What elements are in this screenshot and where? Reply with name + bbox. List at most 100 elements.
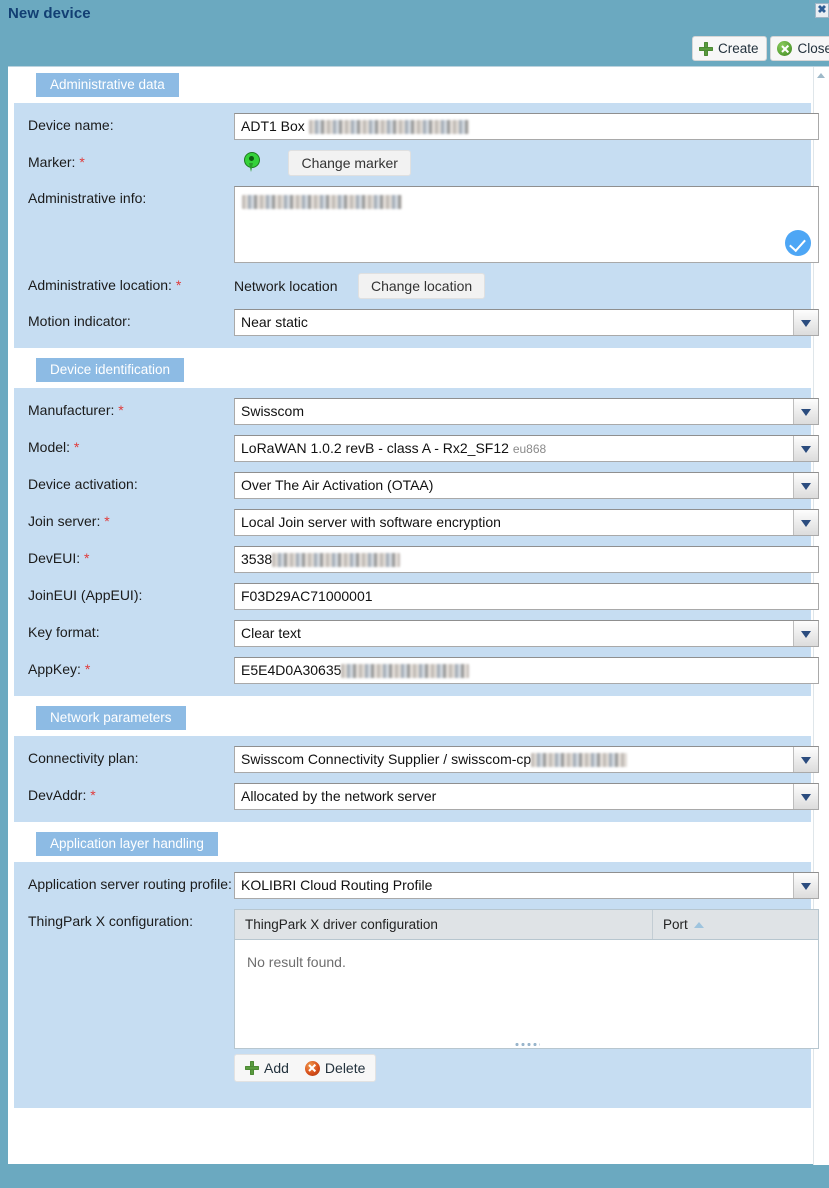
section-heading-network-parameters: Network parameters [36,706,186,730]
key-format-value: Clear text [234,620,819,647]
administrative-info-textarea[interactable] [234,186,819,263]
field-key-format: Key format: Clear text [14,620,819,647]
join-eui-label: JoinEUI (AppEUI): [28,587,143,603]
key-format-select[interactable]: Clear text [234,620,819,647]
marker-required-asterisk: * [79,154,85,170]
chevron-down-icon [801,883,811,890]
app-key-value: E5E4D0A30635 [241,662,342,678]
key-format-dropdown-button[interactable] [793,621,818,646]
dev-addr-dropdown-button[interactable] [793,784,818,809]
close-circle-icon [777,41,793,56]
device-name-input[interactable]: ADT1 Box [234,113,819,140]
table-empty-message: No result found. [247,954,346,970]
dev-eui-input[interactable]: 3538 [234,546,819,573]
delete-circle-icon [304,1060,320,1076]
field-manufacturer: Manufacturer: * Swisscom [14,398,819,425]
model-label: Model: * [28,439,80,455]
resize-grip-icon[interactable] [513,1042,540,1047]
connectivity-plan-select[interactable]: Swisscom Connectivity Supplier / swissco… [234,746,819,773]
field-dev-eui: DevEUI: * 3538 [14,546,819,573]
column-header-port[interactable]: Port [653,910,818,939]
app-key-input[interactable]: E5E4D0A30635 [234,657,819,684]
dialog-content-frame: Administrative data Device name: ADT1 Bo… [8,66,829,1165]
delete-button[interactable]: Delete [298,1057,372,1079]
chevron-down-icon [801,446,811,453]
device-activation-select[interactable]: Over The Air Activation (OTAA) [234,472,819,499]
section-divider [14,696,811,706]
connectivity-plan-dropdown-button[interactable] [793,747,818,772]
motion-indicator-label: Motion indicator: [28,313,131,329]
close-button[interactable]: Close [770,36,829,61]
dev-addr-label: DevAddr: * [28,787,96,803]
administrative-location-label: Administrative location: * [28,277,182,293]
delete-button-label: Delete [324,1060,366,1076]
field-dev-addr: DevAddr: * Allocated by the network serv… [14,783,819,810]
scroll-up-icon[interactable] [817,73,825,78]
field-join-eui: JoinEUI (AppEUI): F03D29AC71000001 [14,583,819,610]
field-device-activation: Device activation: Over The Air Activati… [14,472,819,499]
join-server-select[interactable]: Local Join server with software encrypti… [234,509,819,536]
field-join-server: Join server: * Local Join server with so… [14,509,819,536]
join-server-label: Join server: * [28,513,110,529]
administrative-location-value: Network location [234,278,338,294]
thingpark-x-table-footer: Add Delete [234,1054,819,1082]
app-key-required-asterisk: * [84,661,91,677]
dialog-toolbar: Create Close [691,36,829,61]
section-divider [14,822,811,832]
dev-addr-value: Allocated by the network server [234,783,819,810]
form-panel: Administrative data Device name: ADT1 Bo… [14,73,819,1108]
device-activation-label: Device activation: [28,476,138,492]
table-empty-body: No result found. [235,940,818,1048]
routing-profile-select[interactable]: KOLIBRI Cloud Routing Profile [234,872,819,899]
sort-ascending-icon [693,921,704,928]
connectivity-plan-value-wrap: Swisscom Connectivity Supplier / swissco… [234,746,819,773]
routing-profile-value: KOLIBRI Cloud Routing Profile [234,872,819,899]
dev-addr-select[interactable]: Allocated by the network server [234,783,819,810]
join-server-dropdown-button[interactable] [793,510,818,535]
window-close-icon[interactable]: ✖ [815,3,829,18]
section-device-identification: Device identification Manufacturer: * Sw… [14,358,819,696]
column-header-driver-configuration[interactable]: ThingPark X driver configuration [235,910,653,939]
model-value-wrap: LoRaWAN 1.0.2 revB - class A - Rx2_SF12 … [234,435,819,462]
section-administrative-data: Administrative data Device name: ADT1 Bo… [14,73,819,348]
device-name-redacted [308,120,469,134]
model-select[interactable]: LoRaWAN 1.0.2 revB - class A - Rx2_SF12 … [234,435,819,462]
model-required-asterisk: * [73,439,80,455]
motion-indicator-dropdown-button[interactable] [793,310,818,335]
change-marker-button[interactable]: Change marker [288,150,411,176]
join-eui-input[interactable]: F03D29AC71000001 [234,583,819,610]
device-activation-dropdown-button[interactable] [793,473,818,498]
manufacturer-value: Swisscom [234,398,819,425]
chevron-down-icon [801,320,811,327]
manufacturer-select[interactable]: Swisscom [234,398,819,425]
field-motion-indicator: Motion indicator: Near static [14,309,819,336]
motion-indicator-select[interactable]: Near static [234,309,819,336]
add-button[interactable]: Add [238,1057,296,1079]
dev-addr-required-asterisk: * [90,787,96,803]
chevron-down-icon [801,757,811,764]
administrative-info-redacted [242,195,402,209]
key-format-label: Key format: [28,624,100,640]
section-heading-device-identification: Device identification [36,358,185,382]
manufacturer-dropdown-button[interactable] [793,399,818,424]
change-location-button[interactable]: Change location [357,273,486,299]
join-server-required-asterisk: * [104,513,110,529]
field-device-name: Device name: ADT1 Box [14,113,819,140]
create-button[interactable]: Create [691,36,768,61]
create-button-label: Create [717,41,759,56]
plus-icon [698,41,713,56]
field-app-key: AppKey: * E5E4D0A30635 [14,657,819,684]
field-administrative-location: Administrative location: * Network locat… [14,273,811,299]
dev-eui-value: 3538 [241,551,273,567]
column-header-port-label: Port [663,917,688,932]
thingpark-x-table: ThingPark X driver configuration Port No… [234,909,819,1049]
model-value-suffix: eu868 [512,442,547,456]
chevron-down-icon [801,483,811,490]
motion-indicator-value: Near static [234,309,819,336]
field-model: Model: * LoRaWAN 1.0.2 revB - class A - … [14,435,819,462]
field-routing-profile: Application server routing profile: KOLI… [14,872,819,899]
dialog-titlebar: New device ✖ Create Close [0,0,829,66]
model-dropdown-button[interactable] [793,436,818,461]
app-key-label: AppKey: * [28,661,91,677]
routing-profile-dropdown-button[interactable] [793,873,818,898]
